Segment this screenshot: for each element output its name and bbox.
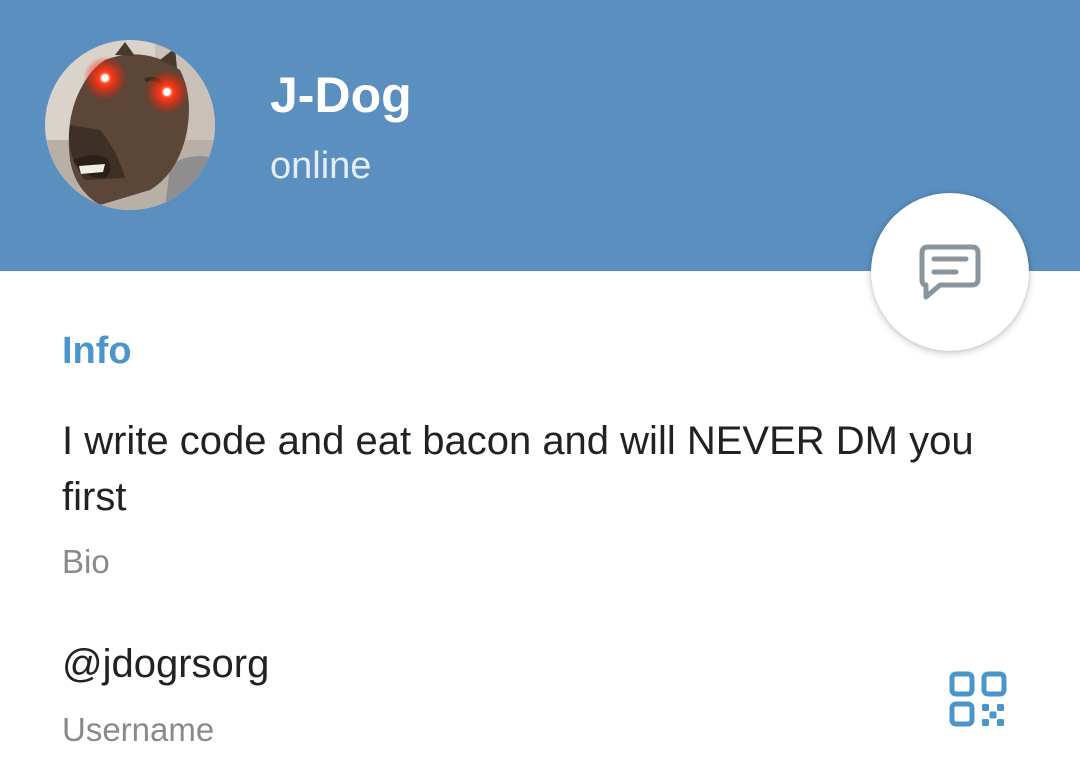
- profile-name: J-Dog: [270, 67, 412, 123]
- bio-label: Bio: [62, 543, 110, 580]
- username-label: Username: [62, 711, 215, 748]
- qr-code-icon: [949, 671, 1007, 727]
- username-value[interactable]: @jdogrsorg: [62, 642, 269, 687]
- qr-code-button[interactable]: [948, 670, 1008, 728]
- bio-text: I write code and eat bacon and will NEVE…: [62, 419, 974, 519]
- online-status: online: [270, 145, 372, 187]
- profile-page: J-Dog online Info I write code and eat b…: [0, 0, 1080, 780]
- send-message-button[interactable]: [871, 193, 1029, 351]
- info-section-title: Info: [62, 330, 132, 372]
- message-icon: [919, 244, 981, 300]
- avatar[interactable]: [45, 40, 215, 210]
- avatar-image: [45, 40, 215, 210]
